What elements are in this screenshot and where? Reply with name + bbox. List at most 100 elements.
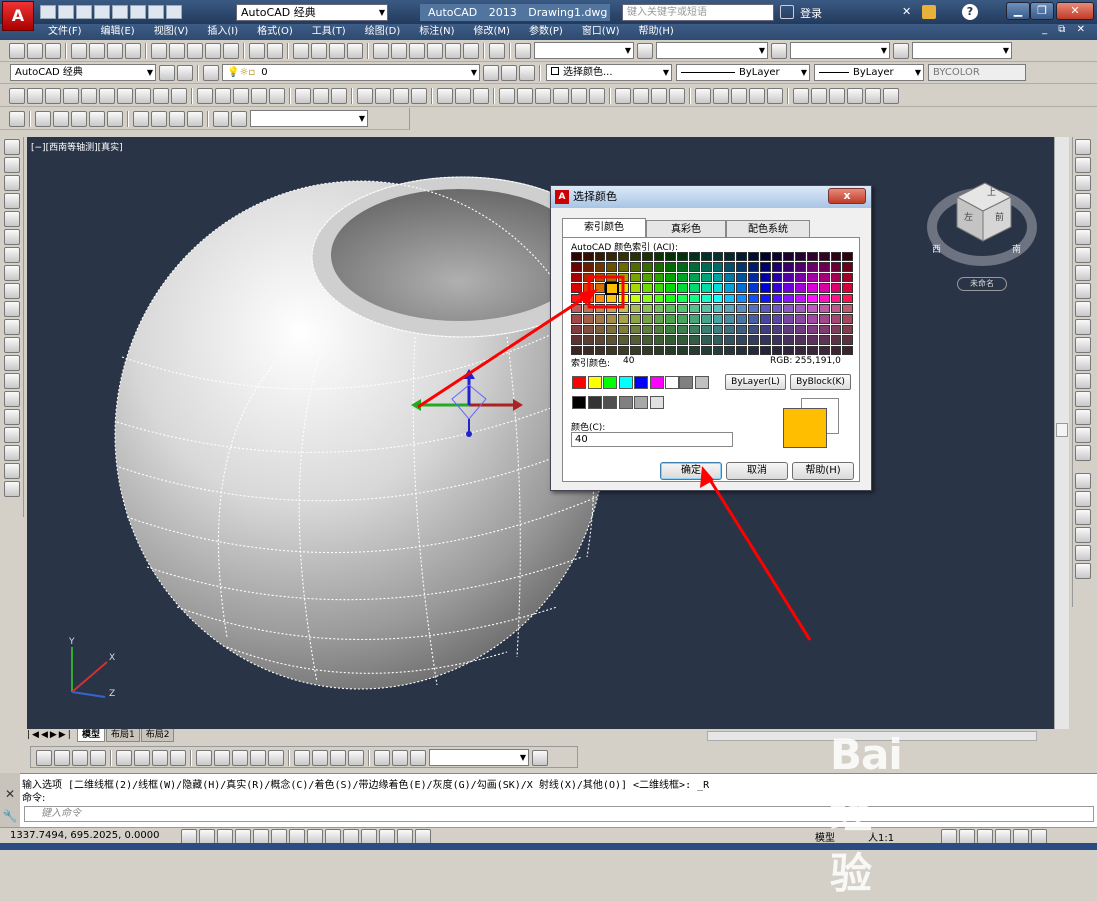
tab-layout2[interactable]: 布局2	[140, 729, 175, 742]
standard-swatch[interactable]	[572, 376, 586, 389]
palette-swatch[interactable]	[712, 335, 724, 345]
palette-swatch[interactable]	[677, 272, 688, 283]
preview-icon[interactable]	[89, 43, 105, 59]
palette-swatch[interactable]	[759, 314, 771, 324]
palette-swatch[interactable]	[641, 252, 653, 262]
3d-align-icon[interactable]	[393, 88, 409, 104]
palette-swatch[interactable]	[665, 304, 677, 314]
view-right-icon[interactable]	[71, 111, 87, 127]
palette-swatch[interactable]	[677, 283, 688, 293]
move-faces-icon[interactable]	[517, 88, 533, 104]
palette-swatch[interactable]	[653, 262, 665, 272]
palette-swatch[interactable]	[677, 293, 688, 303]
palette-swatch[interactable]	[842, 262, 854, 272]
tab-true-color[interactable]: 真彩色	[646, 220, 726, 238]
solid-intersect-icon[interactable]	[473, 88, 489, 104]
palette-swatch[interactable]	[594, 283, 606, 293]
zoom-window-icon[interactable]	[329, 43, 345, 59]
save-as-icon[interactable]	[94, 5, 110, 19]
palette-swatch[interactable]	[689, 252, 700, 262]
palette-swatch[interactable]	[712, 272, 724, 283]
palette-swatch[interactable]	[571, 272, 582, 283]
palette-swatch[interactable]	[653, 304, 665, 314]
dim-style-icon[interactable]	[532, 750, 548, 766]
viewcube-top-face[interactable]: 上	[987, 185, 996, 198]
draworder-back-icon[interactable]	[1075, 491, 1091, 507]
view-left-icon[interactable]	[53, 111, 69, 127]
menu-edit[interactable]: 编辑(E)	[101, 24, 135, 40]
palette-swatch[interactable]	[630, 314, 641, 324]
palette-swatch[interactable]	[842, 324, 854, 335]
viewcube-west-label[interactable]: 西	[932, 242, 941, 255]
viewcube-front-face[interactable]: 前	[995, 210, 1004, 223]
palette-swatch[interactable]	[689, 272, 700, 283]
palette-swatch[interactable]	[724, 314, 736, 324]
palette-swatch[interactable]	[830, 324, 842, 335]
palette-swatch[interactable]	[736, 304, 747, 314]
center-mark-icon[interactable]	[312, 750, 328, 766]
gray-swatch[interactable]	[572, 396, 586, 409]
palette-swatch[interactable]	[641, 293, 653, 303]
menu-parametric[interactable]: 参数(P)	[529, 24, 563, 40]
palette-swatch[interactable]	[689, 293, 700, 303]
explode-icon[interactable]	[1075, 445, 1091, 461]
palette-swatch[interactable]	[771, 324, 783, 335]
view-sw-iso-icon[interactable]	[133, 111, 149, 127]
palette-swatch[interactable]	[771, 252, 783, 262]
polyline-icon[interactable]	[4, 175, 20, 191]
view-bottom-icon[interactable]	[89, 111, 105, 127]
palette-swatch[interactable]	[571, 314, 582, 324]
copy-edges-icon[interactable]	[651, 88, 667, 104]
3d-array-icon[interactable]	[411, 88, 427, 104]
palette-swatch[interactable]	[618, 283, 629, 293]
palette-swatch[interactable]	[818, 324, 830, 335]
binoculars-icon[interactable]	[780, 5, 794, 19]
palette-swatch[interactable]	[618, 252, 629, 262]
palette-swatch[interactable]	[630, 283, 641, 293]
palette-swatch[interactable]	[783, 324, 795, 335]
palette-swatch[interactable]	[830, 293, 842, 303]
named-views-icon[interactable]	[231, 111, 247, 127]
palette-swatch[interactable]	[630, 252, 641, 262]
palette-swatch[interactable]	[582, 283, 594, 293]
revcloud-icon[interactable]	[4, 265, 20, 281]
palette-swatch[interactable]	[748, 335, 759, 345]
palette-swatch[interactable]	[748, 314, 759, 324]
palette-swatch[interactable]	[712, 283, 724, 293]
palette-swatch[interactable]	[677, 304, 688, 314]
help-icon[interactable]	[489, 43, 505, 59]
palette-swatch[interactable]	[712, 314, 724, 324]
palette-swatch[interactable]	[759, 324, 771, 335]
copy-faces-icon[interactable]	[615, 88, 631, 104]
baseline-dim-icon[interactable]	[214, 750, 230, 766]
palette-swatch[interactable]	[677, 314, 688, 324]
palette-swatch[interactable]	[736, 345, 747, 355]
menu-format[interactable]: 格式(O)	[257, 24, 293, 40]
palette-swatch[interactable]	[700, 335, 712, 345]
palette-swatch[interactable]	[783, 293, 795, 303]
continue-dim-icon[interactable]	[232, 750, 248, 766]
paste-icon[interactable]	[187, 43, 203, 59]
inspection-icon[interactable]	[330, 750, 346, 766]
palette-swatch[interactable]	[736, 335, 747, 345]
view-combo[interactable]: ▼	[250, 110, 368, 127]
layer-previous-icon[interactable]	[501, 65, 517, 81]
command-input[interactable]: 键入命令	[24, 806, 1094, 822]
palette-swatch[interactable]	[724, 262, 736, 272]
palette-swatch[interactable]	[736, 272, 747, 283]
gray-swatch[interactable]	[603, 396, 617, 409]
ucs-menu[interactable]: 未命名	[957, 277, 1007, 291]
region-icon[interactable]	[4, 427, 20, 443]
palette-swatch[interactable]	[712, 293, 724, 303]
palette-swatch[interactable]	[783, 314, 795, 324]
subtract-icon[interactable]	[313, 88, 329, 104]
byblock-button[interactable]: ByBlock(K)	[790, 374, 851, 390]
palette-swatch[interactable]	[606, 335, 618, 345]
copy-icon[interactable]	[169, 43, 185, 59]
cylinder-icon[interactable]	[99, 88, 115, 104]
rotate-icon[interactable]	[1075, 247, 1091, 263]
palette-swatch[interactable]	[582, 304, 594, 314]
palette-swatch[interactable]	[795, 335, 806, 345]
linetype-combo[interactable]: ByLayer ▼	[676, 64, 810, 81]
palette-swatch[interactable]	[653, 293, 665, 303]
